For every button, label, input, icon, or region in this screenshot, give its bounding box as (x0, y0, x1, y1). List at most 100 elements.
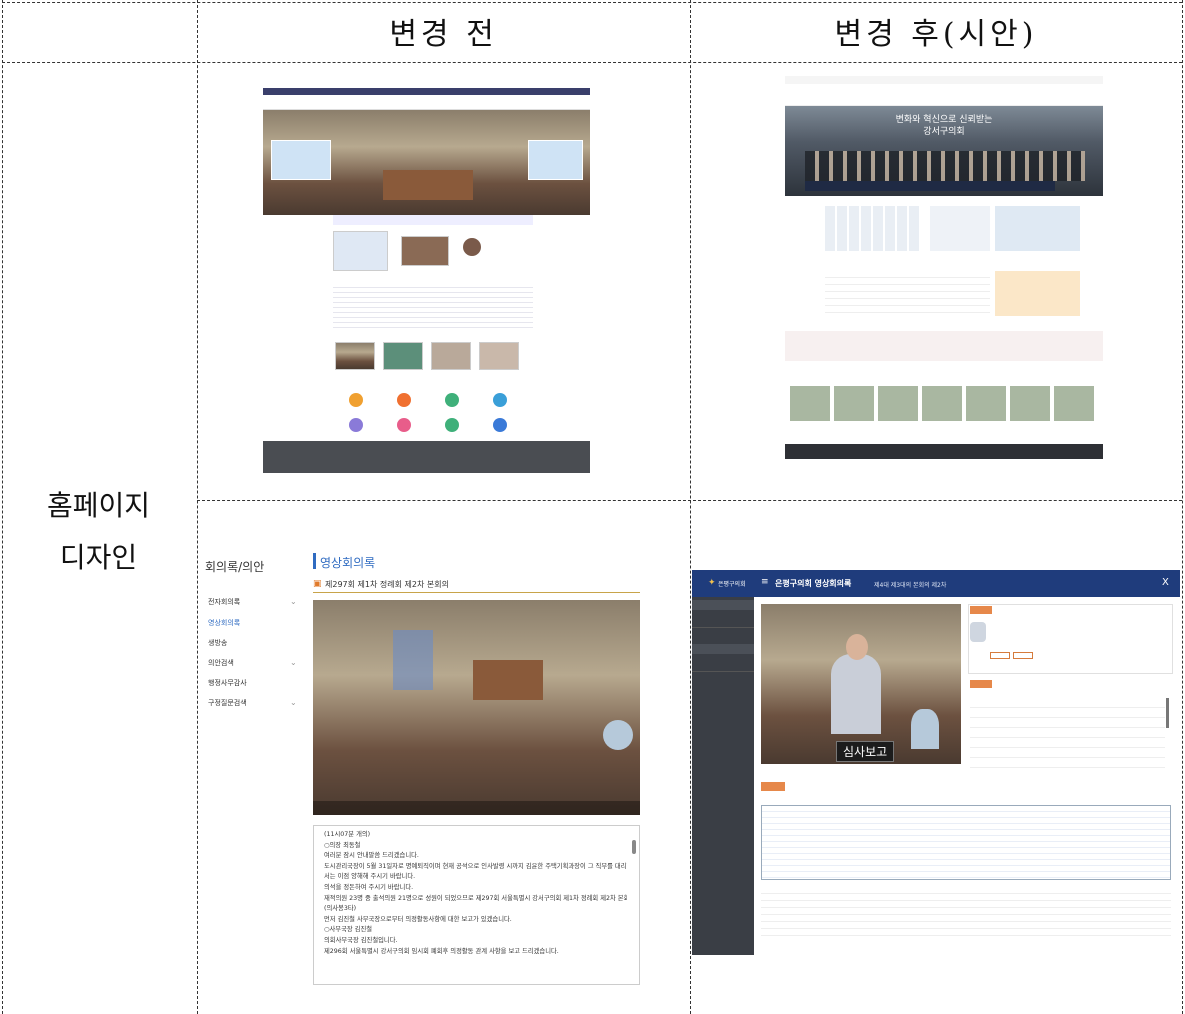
transcript-line: 재적의원 23명 중 출석의원 21명으로 성원이 되었으므로 제297회 서울… (324, 894, 627, 902)
minutes-box-2 (761, 887, 1171, 942)
speaker-button-1[interactable] (990, 652, 1010, 659)
before-video-page: 회의록/의안 전자회의록 영상회의록 생방송 의안검색 행정사무감사 구정질문검… (200, 545, 640, 985)
sidebar-title: 회의록/의안 (205, 560, 265, 574)
sidebar-section-1[interactable] (692, 600, 754, 610)
video-card (401, 236, 449, 266)
gallery-photo-2 (383, 342, 423, 370)
activity-gallery (790, 386, 1098, 421)
nav-bar (263, 95, 590, 110)
table-header-divider (2, 62, 1182, 63)
video-player[interactable]: 심사보고 (761, 604, 961, 764)
before-homepage-screenshot (263, 88, 590, 473)
transcript-line: 먼저 김진철 사무국장으로부터 의정활동사항에 대한 보고가 있겠습니다. (324, 915, 512, 923)
footer (263, 441, 590, 473)
header-after: 변경 후(시안) (834, 17, 1038, 52)
scrollbar[interactable] (632, 840, 636, 854)
speaker-photo (970, 622, 986, 642)
footer (785, 444, 1103, 459)
session-underline (313, 592, 640, 593)
page-title: 영상회의록 (320, 556, 376, 570)
gallery-photo-1 (335, 342, 375, 370)
search-strip (333, 215, 533, 225)
table-border-right (1182, 0, 1183, 1014)
sidebar-item-active[interactable]: 영상회의록 (208, 618, 240, 628)
transcript-line: ○사무국장 김진철 (324, 926, 373, 934)
quick-icon-3 (445, 393, 459, 407)
transcript-lines: (11시07분 개의) ○의장 최동철 여러분 잠시 안내말씀 드리겠습니다. 도시관… (324, 830, 627, 957)
sidebar-item[interactable]: 전자회의록 (208, 597, 240, 607)
agenda-tab[interactable] (970, 680, 992, 688)
quick-icon-1 (349, 393, 363, 407)
notice-lists (333, 283, 533, 328)
transcript-line: ○의장 최동철 (324, 841, 361, 849)
logo-text: 은평구의회 (718, 581, 746, 588)
quick-icon-8 (493, 418, 507, 432)
sidebar-item[interactable] (692, 662, 754, 672)
transcript-line: 여러분 잠시 안내말씀 드리겠습니다. (324, 852, 419, 860)
chevron-down-icon[interactable]: ⌄ (290, 658, 297, 667)
row-label: 홈페이지 디자인 (0, 480, 197, 584)
close-button[interactable]: X (1162, 577, 1169, 588)
sidebar-item[interactable] (692, 618, 754, 628)
table-divider-1 (197, 0, 198, 1014)
row-label-line2: 디자인 (59, 541, 138, 574)
transcript-line: 서는 이점 양해해 주시기 바랍니다. (324, 873, 416, 881)
gallery-photo-4 (479, 342, 519, 370)
sidebar-item[interactable]: 생방송 (208, 638, 227, 648)
comparison-table: 변경 전 변경 후(시안) 홈페이지 디자인 변화와 혁신으로 신뢰받는 강서구… (0, 0, 1185, 1014)
minutes-box (761, 805, 1171, 880)
hero-text: 변화와 혁신으로 신뢰받는 강서구의회 (895, 115, 993, 137)
speaker-button-2[interactable] (1013, 652, 1033, 659)
gallery-photo-3 (431, 342, 471, 370)
speaker-card (930, 206, 990, 251)
agenda-list (970, 698, 1165, 770)
sidebar-section-2[interactable] (692, 644, 754, 654)
top-bar (785, 76, 1103, 84)
window-title: 은평구의회 영상회의록 (775, 579, 852, 588)
video-player[interactable] (313, 600, 640, 815)
title-accent (313, 553, 316, 569)
news-list (825, 271, 990, 316)
shortcut-row (785, 331, 1103, 361)
transcript-line: 제296회 서울특별시 강서구의회 임시회 폐회후 의정활동 관계 사항을 보고… (324, 947, 559, 955)
quick-icon-4 (493, 393, 507, 407)
hero-image (263, 110, 590, 215)
gnb-row (785, 96, 1103, 106)
after-homepage-screenshot: 변화와 혁신으로 신뢰받는 강서구의회 (785, 76, 1103, 459)
document-icon: ▣ (313, 579, 322, 589)
chevron-down-icon[interactable]: ⌄ (290, 597, 297, 606)
sidebar-item[interactable]: 구정질문검색 (208, 698, 247, 708)
speaker-tab[interactable] (970, 606, 992, 614)
chevron-down-icon[interactable]: ⌄ (290, 698, 297, 707)
transcript-line: (11시07분 개의) (324, 831, 371, 838)
members-grid (825, 206, 920, 251)
sidebar-item[interactable]: 행정사무감사 (208, 678, 247, 688)
menu-icon[interactable]: ≡ (761, 577, 769, 587)
profile-photo (463, 238, 481, 256)
header-before: 변경 전 (389, 17, 498, 52)
session-title: 제297회 제1차 정례회 제2차 본회의 (325, 580, 449, 589)
transcript-line: 의석을 정돈하여 주시기 바랍니다. (324, 883, 414, 891)
window-subtitle: 제4대 제3대의 본회의 제2차 (874, 582, 947, 589)
row-label-line1: 홈페이지 (46, 489, 151, 522)
quick-icon-6 (397, 418, 411, 432)
minutes-tab[interactable] (761, 782, 785, 791)
top-utility-bar (263, 88, 590, 95)
after-video-page: ✦ 은평구의회 ≡ 은평구의회 영상회의록 제4대 제3대의 본회의 제2차 X… (692, 570, 1180, 955)
video-caption: 심사보고 (836, 741, 895, 762)
table-row-divider (197, 500, 1182, 501)
logo-row (785, 84, 1103, 96)
speaker-panel (968, 604, 1173, 674)
event-poster (995, 271, 1080, 316)
quick-icon-2 (397, 393, 411, 407)
transcript-box[interactable]: (11시07분 개의) ○의장 최동철 여러분 잠시 안내말씀 드리겠습니다. 도시관… (313, 825, 640, 985)
table-divider-2 (690, 0, 691, 1014)
transcript-line: (의사봉3타) (324, 905, 357, 913)
sidebar-item[interactable]: 의안검색 (208, 658, 234, 668)
session-bar (805, 181, 1055, 191)
quick-icon-7 (445, 418, 459, 432)
transcript-line: 의회사무국장 김진철입니다. (324, 936, 398, 944)
chairman-card (333, 231, 388, 271)
quick-icon-5 (349, 418, 363, 432)
agenda-scrollbar[interactable] (1166, 698, 1169, 728)
